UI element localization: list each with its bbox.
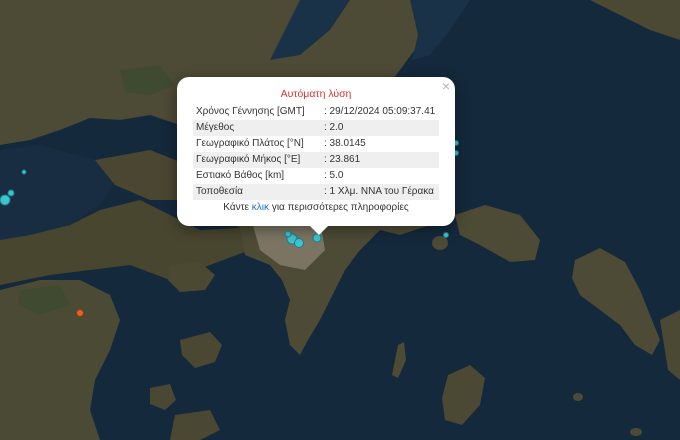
earthquake-marker[interactable] [7,189,15,197]
earthquake-marker[interactable] [284,230,292,238]
row-value: : 23.861 [321,152,439,168]
row-value: : 2.0 [321,120,439,136]
map[interactable]: × Αυτόματη λύση Χρόνος Γέννησης [GMT] : … [0,0,680,440]
row-value: : 1 Χλμ. ΝΝΑ του Γέρακα [321,184,439,200]
row-label: Εστιακό Βάθος [km] [196,170,285,181]
close-icon[interactable]: × [442,79,450,93]
row-label: Γεωγραφικό Μήκος [°E] [193,152,321,168]
row-label: Γεωγραφικό Πλάτος [°N] [196,138,304,149]
row-value: : 5.0 [324,170,344,181]
table-row: Εστιακό Βάθος [km] : 5.0 [193,168,439,184]
popup-title: Αυτόματη λύση [280,88,352,100]
footer-prefix: Κάντε [223,202,250,213]
earthquake-details-table: Χρόνος Γέννησης [GMT] : 29/12/2024 05:09… [193,104,439,200]
row-label: Τοποθεσία [193,184,321,200]
table-row: Χρόνος Γέννησης [GMT] : 29/12/2024 05:09… [193,104,439,120]
table-row: Γεωγραφικό Μήκος [°E] : 23.861 [193,152,439,168]
earthquake-marker[interactable] [443,232,449,238]
row-label: Χρόνος Γέννησης [GMT] [196,106,305,117]
table-row: Τοποθεσία : 1 Χλμ. ΝΝΑ του Γέρακα [193,184,439,200]
more-info-link[interactable]: κλικ [252,202,269,213]
earthquake-info-popup: × Αυτόματη λύση Χρόνος Γέννησης [GMT] : … [177,77,455,235]
popup-footer: Κάντε κλικ για περισσότερες πληροφορίες [193,201,439,215]
row-value: : 38.0145 [324,138,366,149]
row-value: : 29/12/2024 05:09:37.41 [324,106,436,117]
row-label: Μέγεθος [193,120,321,136]
earthquake-marker[interactable] [294,238,304,248]
table-row: Μέγεθος : 2.0 [193,120,439,136]
earthquake-marker[interactable] [21,169,27,175]
footer-suffix: για περισσότερες πληροφορίες [271,202,409,213]
earthquake-marker-orange[interactable] [76,309,84,317]
table-row: Γεωγραφικό Πλάτος [°N] : 38.0145 [193,136,439,152]
